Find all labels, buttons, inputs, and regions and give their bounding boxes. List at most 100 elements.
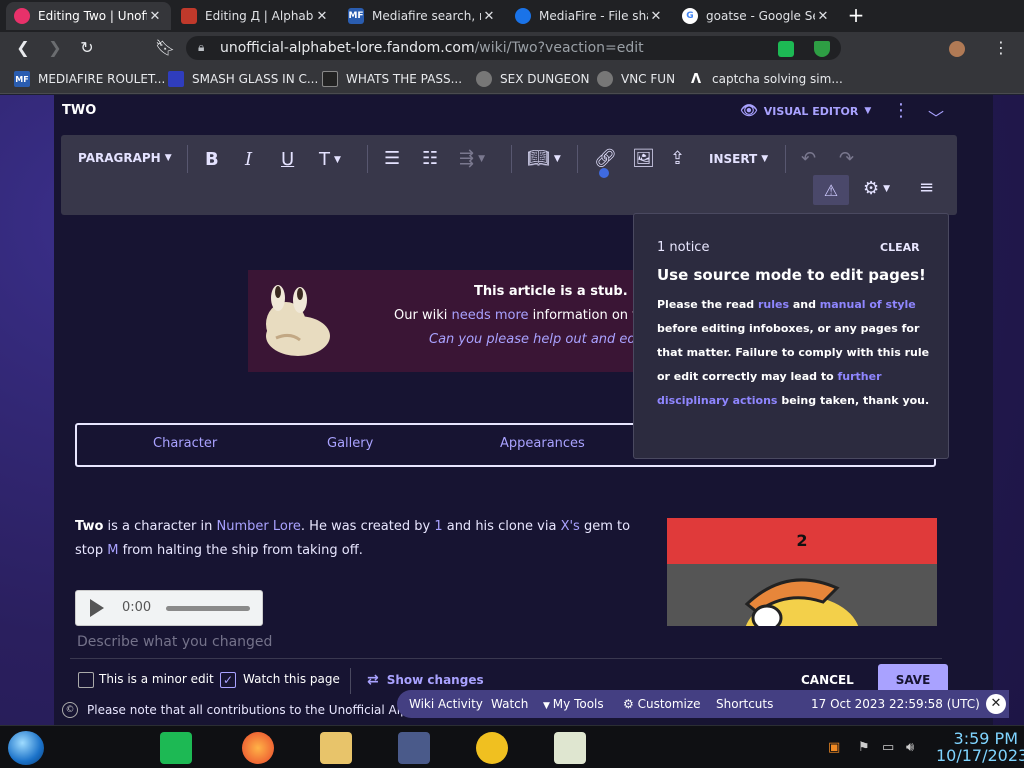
file-explorer-icon[interactable] [320, 732, 352, 764]
x-link[interactable]: X's [561, 519, 580, 534]
notepad-app-icon[interactable] [554, 732, 586, 764]
bookmark-item[interactable]: WHATS THE PASS... [322, 71, 462, 87]
fandom-toolbar: Wiki Activity Watch ▼ My Tools ⚙ Customi… [397, 690, 1009, 718]
link-icon[interactable]: 🔗︎ [594, 148, 617, 169]
notice-popup: 1 notice CLEAR Use source mode to edit p… [633, 213, 949, 459]
bold-button[interactable]: B [205, 149, 219, 170]
close-tab-icon[interactable]: ✕ [815, 9, 831, 24]
back-icon[interactable]: ❮ [12, 38, 34, 58]
article-text: from halting the ship from taking off. [118, 543, 363, 558]
edit-summary-input[interactable]: Describe what you changed [77, 634, 272, 650]
bookmark-item[interactable]: SEX DUNGEON [476, 71, 590, 87]
minor-edit-checkbox[interactable] [78, 672, 94, 688]
tab-editing-two[interactable]: Editing Two | Unoffic ✕ [6, 2, 171, 30]
page-settings-button[interactable]: ⚙ ▼ [863, 178, 890, 199]
firefox-app-icon[interactable] [242, 732, 274, 764]
warning-icon: ⚠ [823, 180, 839, 200]
infobox[interactable]: 2 [667, 518, 937, 626]
m-link[interactable]: M [107, 543, 118, 558]
close-tab-icon[interactable]: ✕ [147, 9, 163, 24]
start-button[interactable] [8, 731, 44, 765]
insert-dropdown[interactable]: INSERT ▼ [709, 152, 768, 166]
bookmark-item[interactable]: SMASH GLASS IN C... [168, 71, 318, 87]
hamburger-menu-icon[interactable]: ≡ [919, 177, 934, 198]
system-clock[interactable]: 3:59 PM 10/17/2023 [936, 729, 1024, 764]
one-link[interactable]: 1 [434, 519, 442, 534]
my-tools-menu[interactable]: ▼ My Tools [543, 697, 604, 711]
bookmark-label: SEX DUNGEON [500, 72, 590, 86]
forward-icon[interactable]: ❯ [44, 38, 66, 58]
play-icon[interactable] [90, 599, 104, 617]
extension-green-icon[interactable] [778, 41, 794, 57]
diff-icon: ⇄ [367, 672, 379, 688]
numbered-list-icon[interactable]: ☷ [422, 148, 438, 169]
close-tab-icon[interactable]: ✕ [481, 9, 497, 24]
watch-link[interactable]: Watch [491, 697, 528, 711]
profile-avatar[interactable] [949, 41, 965, 57]
fandom-favicon-icon [14, 8, 30, 24]
bullet-list-icon[interactable]: ☰ [384, 148, 400, 169]
site-favicon-icon [181, 8, 197, 24]
chevron-down-icon[interactable]: ﹀ [928, 105, 944, 129]
underline-button[interactable]: U [281, 149, 294, 170]
network-icon[interactable]: ▭ [882, 740, 894, 755]
clock-time: 3:59 PM [953, 729, 1018, 748]
tab-character[interactable]: Character [153, 436, 217, 451]
tab-mediafire[interactable]: MediaFire - File shar ✕ [507, 2, 672, 30]
bookmark-item[interactable]: MF MEDIAFIRE ROULET... [14, 71, 165, 87]
undo-icon[interactable]: ↶ [801, 148, 816, 169]
close-tab-icon[interactable]: ✕ [648, 9, 664, 24]
tab-appearances[interactable]: Appearances [500, 436, 585, 451]
cite-icon[interactable]: 📖︎ ▼ [527, 148, 561, 169]
watch-page-checkbox[interactable]: ✓ [220, 672, 236, 688]
mediafire-favicon-icon [515, 8, 531, 24]
manual-of-style-link[interactable]: manual of style [820, 298, 916, 311]
audio-seek-bar[interactable] [166, 606, 250, 611]
wiki-activity-link[interactable]: Wiki Activity [409, 697, 483, 711]
image-icon[interactable]: 🖼︎ [632, 148, 655, 169]
volume-icon[interactable]: 🔊︎ [906, 740, 914, 755]
more-options-icon[interactable]: ⋮ [892, 102, 910, 120]
bookmark-item[interactable]: Λcaptcha solving sim... [688, 71, 843, 87]
shortcuts-link[interactable]: Shortcuts [716, 697, 773, 711]
close-toolbar-icon[interactable]: ✕ [986, 694, 1006, 714]
paragraph-dropdown[interactable]: PARAGRAPH ▼ [78, 151, 172, 165]
italic-button[interactable]: I [245, 149, 252, 170]
spotify-app-icon[interactable] [160, 732, 192, 764]
tray-app-icon[interactable]: ▣ [828, 740, 840, 755]
text-style-button[interactable]: T ▼ [319, 149, 341, 170]
page-title: TWO [62, 103, 97, 118]
tab-gallery[interactable]: Gallery [327, 436, 373, 451]
warning-notices-button[interactable]: ⚠ [813, 175, 849, 205]
clear-notices-button[interactable]: CLEAR [880, 241, 920, 254]
show-changes-button[interactable]: ⇄ Show changes [367, 672, 484, 688]
browser-menu-icon[interactable]: ⋮ [990, 38, 1012, 58]
reload-icon[interactable]: ↻ [76, 38, 98, 58]
window-app-icon[interactable] [398, 732, 430, 764]
flag-icon[interactable]: ⚑ [858, 740, 870, 755]
needs-more-link[interactable]: needs more [451, 308, 528, 323]
bookmark-icon[interactable]: 🔖︎ [154, 38, 176, 58]
upload-icon[interactable]: ⇪ [670, 148, 685, 169]
stub-help-link[interactable]: Can you please help out and ed [429, 332, 636, 347]
address-bar[interactable]: 🔒︎ unofficial-alphabet-lore.fandom.com/w… [186, 36, 841, 60]
bee-app-icon[interactable] [476, 732, 508, 764]
divider [70, 658, 942, 659]
close-tab-icon[interactable]: ✕ [314, 9, 330, 24]
number-lore-link[interactable]: Number Lore [217, 519, 301, 534]
divider [577, 145, 578, 173]
tab-editing-d[interactable]: Editing Д | Alphabet ✕ [173, 2, 338, 30]
rules-link[interactable]: rules [758, 298, 789, 311]
cancel-button[interactable]: CANCEL [801, 673, 854, 687]
bookmark-item[interactable]: VNC FUN [597, 71, 675, 87]
bookmark-favicon-icon [322, 71, 338, 87]
customize-link[interactable]: ⚙ Customize [623, 697, 701, 711]
redo-icon[interactable]: ↷ [839, 148, 854, 169]
tab-google[interactable]: G goatse - Google Sea ✕ [674, 2, 839, 30]
tab-mediafire-search[interactable]: MF Mediafire search, me ✕ [340, 2, 505, 30]
visual-editor-switch[interactable]: 👁︎ VISUAL EDITOR ▼ [740, 103, 871, 119]
indent-icon[interactable]: ⇶ ▼ [459, 148, 485, 169]
shield-extension-icon[interactable] [814, 41, 830, 57]
new-tab-button[interactable]: + [845, 5, 867, 27]
article-paragraph[interactable]: Two is a character in Number Lore. He wa… [75, 515, 635, 563]
